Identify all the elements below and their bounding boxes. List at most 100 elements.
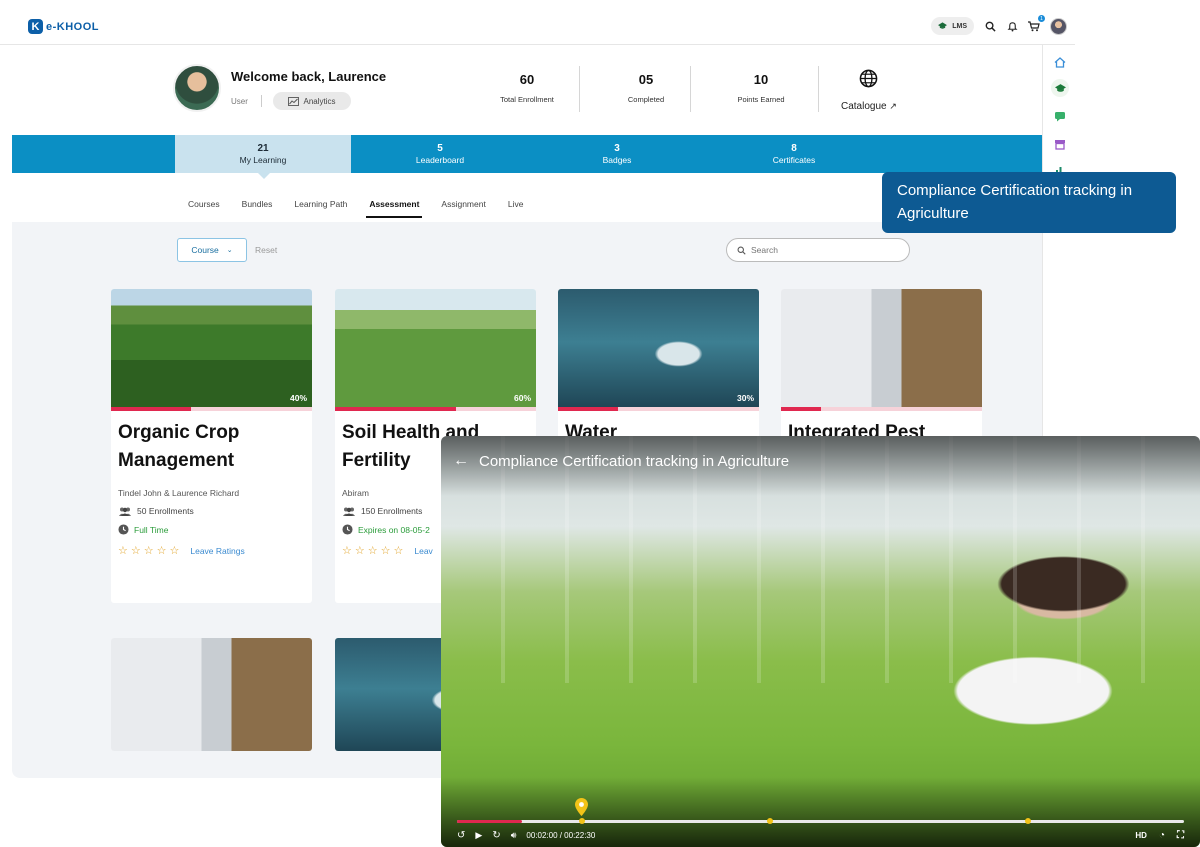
fullscreen-icon[interactable]: ⛶ xyxy=(1177,830,1184,841)
chevron-down-icon: ⌄ xyxy=(226,247,233,254)
chapter-marker[interactable] xyxy=(1025,818,1031,824)
active-tab-pointer xyxy=(258,173,270,179)
video-played-fill xyxy=(457,820,523,823)
users-icon xyxy=(119,507,131,516)
star-icon[interactable]: ☆ xyxy=(381,544,391,557)
star-icon[interactable]: ☆ xyxy=(368,544,378,557)
rating-stars[interactable]: ☆ ☆ ☆ ☆ ☆ Leave Ratings xyxy=(111,535,312,557)
course-title[interactable]: Water xyxy=(558,411,759,439)
lms-label: LMS xyxy=(952,22,967,30)
subtab-courses[interactable]: Courses xyxy=(188,199,220,218)
location-pin-icon[interactable] xyxy=(575,798,588,818)
graduation-cap-icon xyxy=(1054,83,1066,92)
star-icon[interactable]: ☆ xyxy=(144,544,154,557)
rail-store-button[interactable] xyxy=(1051,135,1069,153)
progress-fill xyxy=(558,407,619,411)
tab-my-learning[interactable]: 21 My Learning xyxy=(175,135,351,173)
back-arrow-icon[interactable]: ← xyxy=(453,452,469,470)
progress-percent: 30% xyxy=(736,393,754,403)
video-title: Compliance Certification tracking in Agr… xyxy=(479,452,790,470)
search-button[interactable] xyxy=(984,20,996,32)
course-card[interactable] xyxy=(111,638,312,751)
progress-percent: 40% xyxy=(289,393,307,403)
video-seek-bar[interactable] xyxy=(457,798,1184,824)
course-thumbnail: 30% xyxy=(558,289,759,407)
tab-label: Badges xyxy=(602,155,632,165)
video-controls-left: ↺ ▶ ↻ 🔊︎ 00:02:00 / 00:22:30 xyxy=(457,830,595,841)
duration-text: Full Time xyxy=(134,524,169,535)
leave-ratings-link[interactable]: Leav xyxy=(414,546,432,556)
volume-icon[interactable]: 🔊︎ xyxy=(511,830,517,841)
course-card[interactable]: Integrated Pest xyxy=(781,289,982,439)
course-author: Tindel John & Laurence Richard xyxy=(118,488,240,498)
subtab-bundles[interactable]: Bundles xyxy=(242,199,273,218)
subtab-learning-path[interactable]: Learning Path xyxy=(294,199,347,218)
star-icon[interactable]: ☆ xyxy=(342,544,352,557)
chapter-marker[interactable] xyxy=(767,818,773,824)
tab-label: Leaderboard xyxy=(415,155,465,165)
course-thumbnail: 40% xyxy=(111,289,312,407)
course-title[interactable]: Integrated Pest xyxy=(781,411,982,439)
catalogue-text: Catalogue xyxy=(841,101,887,112)
right-rail xyxy=(1042,45,1075,445)
star-icon[interactable]: ☆ xyxy=(394,544,404,557)
reset-filter-button[interactable]: Reset xyxy=(255,245,277,255)
progress-percent: 60% xyxy=(513,393,531,403)
search-icon xyxy=(737,246,746,255)
video-controls: ↺ ▶ ↻ 🔊︎ 00:02:00 / 00:22:30 HD ◔ ⛶ xyxy=(457,828,1184,842)
star-icon[interactable]: ☆ xyxy=(355,544,365,557)
lms-switch-button[interactable]: LMS xyxy=(931,17,974,35)
video-controls-right: HD ◔ ⛶ xyxy=(1135,830,1184,841)
stat-completed: 05 Completed xyxy=(616,72,676,104)
course-filter-dropdown[interactable]: Course ⌄ xyxy=(177,238,247,262)
tab-leaderboard[interactable]: 5 Leaderboard xyxy=(352,135,528,173)
external-link-icon: ↗ xyxy=(889,101,897,111)
progress-fill xyxy=(781,407,822,411)
stat-label: Completed xyxy=(627,95,665,104)
stat-points-earned: 10 Points Earned xyxy=(731,72,791,104)
app-logo[interactable]: K e-KHOOL xyxy=(28,19,99,34)
rail-chat-button[interactable] xyxy=(1051,107,1069,125)
course-card[interactable]: 40% Organic Crop Management Tindel John … xyxy=(111,289,312,603)
catalogue-link[interactable]: Catalogue ↗ xyxy=(841,69,897,112)
star-icon[interactable]: ☆ xyxy=(157,544,167,557)
rail-learning-button[interactable] xyxy=(1051,79,1069,97)
clock-icon xyxy=(118,524,129,535)
quality-button[interactable]: HD xyxy=(1135,831,1147,840)
course-thumbnail xyxy=(781,289,982,407)
tab-count: 3 xyxy=(614,143,620,154)
stat-value: 10 xyxy=(753,72,769,87)
leave-ratings-link[interactable]: Leave Ratings xyxy=(190,546,244,556)
profile-summary: Welcome back, Laurence User Analytics xyxy=(173,64,386,112)
star-icon[interactable]: ☆ xyxy=(118,544,128,557)
analytics-button[interactable]: Analytics xyxy=(273,92,351,110)
subtab-assessment[interactable]: Assessment xyxy=(366,199,423,218)
subtab-assignment[interactable]: Assignment xyxy=(441,199,485,218)
rewind-icon[interactable]: ↺ xyxy=(457,830,465,841)
subtab-live[interactable]: Live xyxy=(508,199,524,218)
progress-bar xyxy=(558,407,759,411)
play-icon[interactable]: ▶ xyxy=(475,830,482,841)
course-card[interactable]: 30% Water xyxy=(558,289,759,439)
content-sub-tabs: Courses Bundles Learning Path Assessment… xyxy=(188,199,545,218)
course-title[interactable]: Organic Crop Management xyxy=(111,411,312,475)
speed-icon[interactable]: ◔ xyxy=(1159,830,1165,841)
cart-button[interactable]: 1 xyxy=(1028,15,1045,32)
star-icon[interactable]: ☆ xyxy=(131,544,141,557)
video-player[interactable]: ← Compliance Certification tracking in A… xyxy=(441,436,1200,847)
bell-icon xyxy=(1007,21,1017,32)
tab-certificates[interactable]: 8 Certificates xyxy=(706,135,882,173)
stat-value: 05 xyxy=(638,72,654,87)
top-actions: LMS 1 xyxy=(931,15,1067,35)
home-icon xyxy=(1054,56,1066,68)
user-avatar-button[interactable] xyxy=(1050,17,1067,35)
analytics-label: Analytics xyxy=(303,96,336,106)
star-icon[interactable]: ☆ xyxy=(170,544,180,557)
notifications-button[interactable] xyxy=(1006,20,1018,32)
profile-avatar xyxy=(173,64,221,112)
tab-badges[interactable]: 3 Badges xyxy=(529,135,705,173)
rail-home-button[interactable] xyxy=(1051,53,1069,71)
chapter-marker[interactable] xyxy=(579,818,585,824)
search-input[interactable] xyxy=(751,245,901,255)
forward-icon[interactable]: ↻ xyxy=(492,830,500,841)
